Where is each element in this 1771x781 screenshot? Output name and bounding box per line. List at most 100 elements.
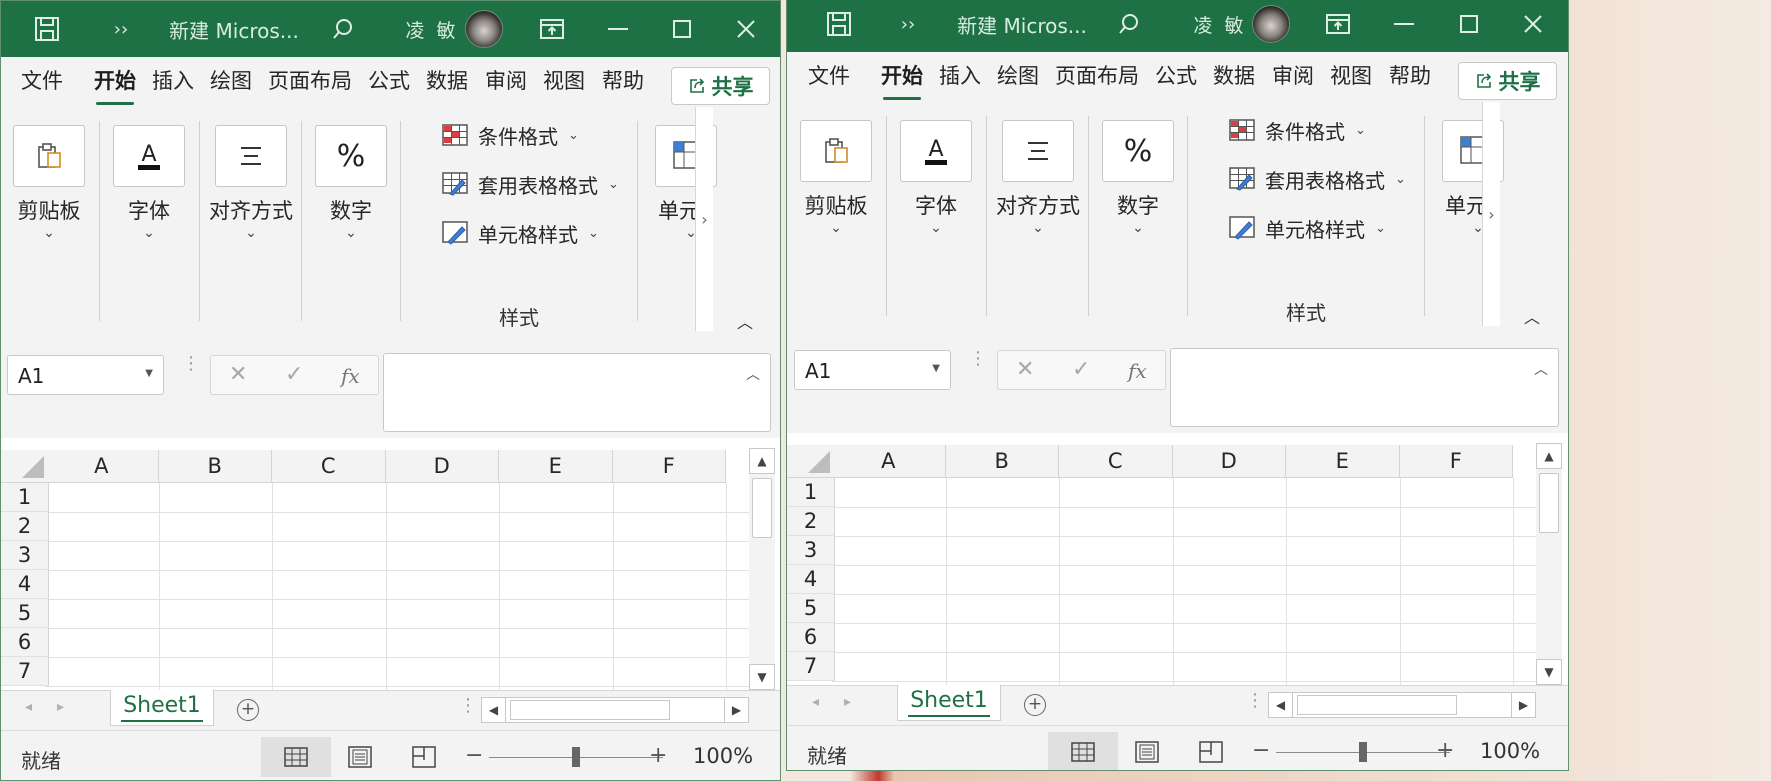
row-header[interactable]: 5: [1, 599, 49, 628]
tab-view[interactable]: 视图: [1330, 60, 1372, 94]
splitter-handle[interactable]: ⋮: [969, 350, 987, 368]
select-all-button[interactable]: [1, 450, 49, 483]
scroll-thumb[interactable]: [752, 478, 772, 538]
row-header[interactable]: 3: [787, 536, 835, 565]
zoom-slider-thumb[interactable]: [1359, 742, 1367, 762]
search-icon[interactable]: [327, 1, 359, 57]
close-icon[interactable]: [731, 1, 761, 57]
enter-icon[interactable]: ✓: [285, 362, 303, 387]
row-header[interactable]: 4: [787, 565, 835, 594]
minimize-icon[interactable]: [603, 1, 633, 57]
chevron-down-icon[interactable]: ⌄: [1083, 220, 1193, 236]
formula-input[interactable]: ︿: [1170, 348, 1559, 427]
name-box[interactable]: A1 ▼: [7, 355, 164, 395]
row-header[interactable]: 1: [1, 483, 49, 512]
column-header[interactable]: C: [1059, 445, 1173, 478]
page-layout-view-button[interactable]: [1112, 732, 1182, 770]
close-icon[interactable]: [1518, 0, 1548, 52]
column-header[interactable]: B: [945, 445, 1059, 478]
column-header[interactable]: D: [385, 450, 499, 483]
insert-function-button[interactable]: fx: [1128, 359, 1147, 383]
prev-sheet-icon[interactable]: ◂: [25, 699, 32, 715]
row-header[interactable]: 7: [787, 652, 835, 681]
page-break-view-button[interactable]: [389, 737, 459, 777]
tab-help[interactable]: 帮助: [602, 65, 644, 99]
cell-styles-button[interactable]: 单元格样式 ⌄: [442, 217, 599, 249]
more-commands-button[interactable]: ››: [896, 0, 920, 52]
zoom-level[interactable]: 100%: [693, 744, 753, 768]
tab-formulas[interactable]: 公式: [368, 65, 410, 99]
search-icon[interactable]: [1113, 0, 1145, 52]
tab-file[interactable]: 文件: [21, 65, 63, 99]
ribbon-display-options-icon[interactable]: [1323, 0, 1353, 52]
column-header[interactable]: A: [45, 450, 159, 483]
row-header[interactable]: 4: [1, 570, 49, 599]
row-header[interactable]: 3: [1, 541, 49, 570]
next-sheet-icon[interactable]: ▸: [844, 694, 851, 710]
scroll-thumb[interactable]: [1297, 695, 1457, 715]
normal-view-button[interactable]: [1048, 732, 1118, 770]
scroll-down-icon[interactable]: ▼: [749, 664, 775, 690]
chevron-down-icon[interactable]: ⌄: [881, 220, 991, 236]
name-box[interactable]: A1 ▼: [794, 350, 951, 390]
tab-data[interactable]: 数据: [1213, 60, 1255, 94]
prev-sheet-icon[interactable]: ◂: [812, 694, 819, 710]
ribbon-scroll-right-button[interactable]: ›: [695, 107, 713, 331]
chevron-down-icon[interactable]: ▼: [932, 363, 940, 374]
collapse-formula-bar-icon[interactable]: ︿: [746, 364, 760, 384]
formula-input[interactable]: ︿: [383, 353, 771, 432]
chevron-down-icon[interactable]: ⌄: [1, 225, 104, 241]
maximize-icon[interactable]: [667, 1, 697, 57]
scroll-left-icon[interactable]: ◀: [1269, 693, 1293, 717]
column-header[interactable]: B: [158, 450, 272, 483]
clipboard-group[interactable]: 剪贴板 ⌄: [1, 107, 104, 333]
zoom-in-button[interactable]: +: [1436, 738, 1454, 763]
scroll-up-icon[interactable]: ▲: [749, 448, 775, 474]
font-icon[interactable]: A: [900, 120, 972, 182]
splitter-handle[interactable]: ⋮: [459, 697, 477, 715]
tab-draw[interactable]: 绘图: [997, 60, 1039, 94]
align-icon[interactable]: [1002, 120, 1074, 182]
tab-page-layout[interactable]: 页面布局: [1055, 60, 1139, 94]
row-header[interactable]: 5: [787, 594, 835, 623]
page-layout-view-button[interactable]: [325, 737, 395, 777]
zoom-level[interactable]: 100%: [1480, 739, 1540, 763]
tab-home[interactable]: 开始: [881, 60, 923, 100]
share-button[interactable]: 共享: [671, 67, 770, 105]
tab-review[interactable]: 审阅: [1272, 60, 1314, 94]
tab-formulas[interactable]: 公式: [1155, 60, 1197, 94]
column-header[interactable]: D: [1172, 445, 1286, 478]
tab-data[interactable]: 数据: [426, 65, 468, 99]
splitter-handle[interactable]: ⋮: [182, 355, 200, 373]
chevron-down-icon[interactable]: ▼: [145, 368, 153, 379]
format-as-table-button[interactable]: 套用表格格式 ⌄: [1229, 163, 1406, 195]
chevron-down-icon[interactable]: ⌄: [296, 225, 406, 241]
user-avatar[interactable]: [465, 10, 503, 48]
alignment-group[interactable]: 对齐方式 ⌄: [196, 107, 306, 333]
user-name[interactable]: 凌 敏: [1193, 0, 1247, 52]
vertical-scrollbar[interactable]: ▲ ▼: [749, 448, 775, 690]
row-header[interactable]: 6: [1, 628, 49, 657]
zoom-out-button[interactable]: −: [465, 743, 483, 768]
percent-icon[interactable]: %: [315, 125, 387, 187]
tab-draw[interactable]: 绘图: [210, 65, 252, 99]
worksheet-grid[interactable]: A B C D E F 1 2 3 4 5 6 7 ▲ ▼: [1, 438, 780, 690]
save-icon[interactable]: [27, 1, 67, 57]
collapse-formula-bar-icon[interactable]: ︿: [1534, 359, 1548, 379]
scroll-up-icon[interactable]: ▲: [1536, 443, 1562, 469]
sheet-tab-sheet1[interactable]: Sheet1: [110, 690, 214, 726]
more-commands-button[interactable]: ››: [109, 1, 133, 57]
collapse-ribbon-icon[interactable]: ︿: [737, 309, 753, 333]
align-icon[interactable]: [215, 125, 287, 187]
scroll-left-icon[interactable]: ◀: [482, 698, 506, 722]
tab-insert[interactable]: 插入: [152, 65, 194, 99]
clipboard-icon[interactable]: [800, 120, 872, 182]
minimize-icon[interactable]: [1389, 0, 1419, 52]
cancel-icon[interactable]: ✕: [229, 362, 247, 387]
tab-help[interactable]: 帮助: [1389, 60, 1431, 94]
font-group[interactable]: A 字体 ⌄: [881, 102, 991, 328]
scroll-down-icon[interactable]: ▼: [1536, 659, 1562, 685]
horizontal-scrollbar[interactable]: ◀ ▶: [1268, 692, 1536, 718]
tab-file[interactable]: 文件: [808, 60, 850, 94]
chevron-down-icon[interactable]: ⌄: [983, 220, 1093, 236]
